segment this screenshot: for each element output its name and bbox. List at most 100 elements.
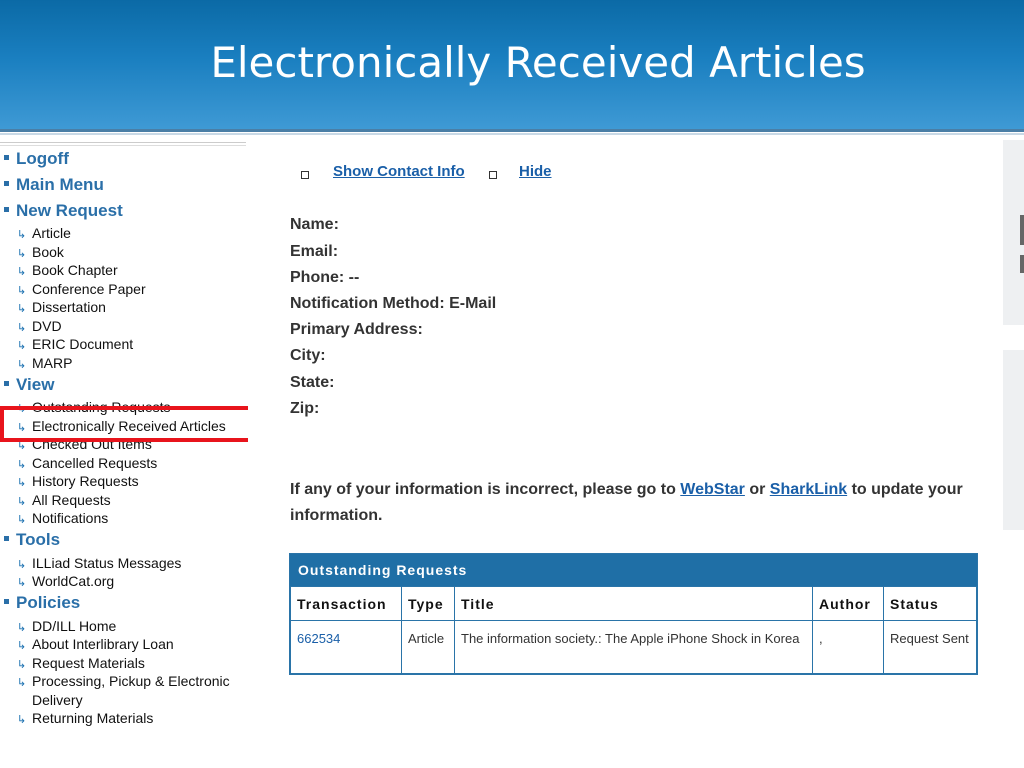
nav-item-request-materials[interactable]: ↳ Request Materials — [17, 654, 145, 672]
arrow-icon: ↳ — [17, 514, 27, 526]
col-type: Type — [401, 586, 455, 621]
nav-label: Main Menu — [16, 175, 104, 194]
info-text: or — [744, 481, 770, 498]
nav-item-eric-document[interactable]: ↳ ERIC Document — [17, 335, 133, 353]
sharklink-link[interactable]: SharkLink — [770, 481, 847, 498]
show-contact-info-link[interactable]: Show Contact Info — [333, 163, 465, 180]
nav-item-label: Notifications — [32, 510, 109, 526]
cell-type: Article — [401, 620, 455, 674]
right-panel-edge — [1003, 350, 1024, 530]
field-notification-method: Notification Method: E-Mail — [290, 295, 497, 312]
arrow-icon: ↳ — [17, 340, 27, 352]
field-state: State: — [290, 374, 335, 391]
field-zip: Zip: — [290, 400, 320, 417]
nav-item-label: Book Chapter — [32, 262, 118, 278]
sidebar-divider — [0, 142, 246, 143]
field-email: Email: — [290, 243, 339, 260]
nav-item-notifications[interactable]: ↳ Notifications — [17, 509, 108, 527]
scrollbar-mark — [1020, 215, 1024, 245]
nav-item-cancelled-requests[interactable]: ↳ Cancelled Requests — [17, 454, 157, 472]
bullet-icon — [4, 181, 9, 187]
scrollbar-mark — [1020, 255, 1024, 273]
nav-item-illiad-status-messages[interactable]: ↳ ILLiad Status Messages — [17, 554, 181, 572]
arrow-icon: ↳ — [17, 714, 27, 726]
nav-item-label: WorldCat.org — [32, 573, 115, 589]
field-name: Name: — [290, 216, 339, 233]
cell-title: The information society.: The Apple iPho… — [454, 620, 813, 674]
nav-logoff[interactable]: Logoff — [4, 148, 69, 170]
col-status: Status — [883, 586, 977, 621]
nav-label: Policies — [16, 593, 81, 612]
table-header-row: Transaction Type Title Author Status — [290, 586, 977, 621]
nav-item-label: DVD — [32, 318, 62, 334]
nav-item-worldcat[interactable]: ↳ WorldCat.org — [17, 572, 114, 590]
square-bullet-icon — [301, 171, 309, 179]
bullet-icon — [4, 536, 9, 542]
bullet-icon — [4, 207, 9, 213]
nav-label: New Request — [16, 201, 123, 220]
nav-label: Tools — [16, 530, 61, 549]
cell-author: , — [812, 620, 884, 674]
nav-policies[interactable]: Policies — [4, 592, 80, 614]
arrow-icon: ↳ — [17, 359, 27, 371]
nav-item-returning-materials[interactable]: ↳ Returning Materials — [17, 709, 153, 727]
header-rule — [0, 129, 1024, 132]
info-text: If any of your information is incorrect,… — [290, 481, 681, 498]
nav-item-ddill-home[interactable]: ↳ DD/ILL Home — [17, 617, 116, 635]
nav-item-marp[interactable]: ↳ MARP — [17, 354, 72, 372]
nav-item-label: Delivery — [32, 692, 83, 708]
table-row: 662534 Article The information society.:… — [290, 620, 977, 674]
nav-item-book-chapter[interactable]: ↳ Book Chapter — [17, 261, 118, 279]
hide-link[interactable]: Hide — [519, 163, 552, 180]
nav-item-label: Cancelled Requests — [32, 455, 158, 471]
nav-main-menu[interactable]: Main Menu — [4, 174, 104, 196]
nav-item-label: Returning Materials — [32, 710, 154, 726]
field-primary-address: Primary Address: — [290, 321, 423, 338]
nav-item-label: Book — [32, 244, 64, 260]
nav-item-about-interlibrary-loan[interactable]: ↳ About Interlibrary Loan — [17, 635, 174, 653]
bullet-icon — [4, 599, 9, 605]
nav-item-label: DD/ILL Home — [32, 618, 117, 634]
bullet-icon — [4, 381, 9, 387]
webstar-link[interactable]: WebStar — [680, 481, 745, 498]
nav-item-all-requests[interactable]: ↳ All Requests — [17, 491, 111, 509]
bullet-icon — [4, 155, 9, 161]
nav-label: View — [16, 375, 55, 394]
nav-item-label: Request Materials — [32, 655, 145, 671]
col-transaction: Transaction — [290, 586, 402, 621]
nav-tools[interactable]: Tools — [4, 529, 60, 551]
arrow-icon: ↳ — [17, 677, 27, 689]
table-caption: Outstanding Requests — [290, 554, 977, 586]
nav-item-processing-pickup[interactable]: ↳ Processing, Pickup & Electronic — [17, 672, 230, 690]
nav-item-label: ILLiad Status Messages — [32, 555, 182, 571]
arrow-icon: ↳ — [17, 577, 27, 589]
outstanding-requests-table: Outstanding Requests Transaction Type Ti… — [289, 553, 978, 675]
nav-item-label: MARP — [32, 355, 73, 371]
field-city: City: — [290, 347, 326, 364]
nav-label: Logoff — [16, 149, 69, 168]
arrow-icon: ↳ — [17, 266, 27, 278]
nav-item-article[interactable]: ↳ Article — [17, 224, 71, 242]
nav-item-label: ERIC Document — [32, 336, 134, 352]
nav-item-label: History Requests — [32, 473, 139, 489]
nav-item-dvd[interactable]: ↳ DVD — [17, 317, 62, 335]
transaction-link[interactable]: 662534 — [290, 620, 402, 674]
col-title: Title — [454, 586, 813, 621]
nav-new-request[interactable]: New Request — [4, 200, 123, 222]
nav-item-dissertation[interactable]: ↳ Dissertation — [17, 298, 106, 316]
update-info-message: If any of your information is incorrect,… — [290, 477, 990, 529]
nav-view[interactable]: View — [4, 374, 54, 396]
col-author: Author — [812, 586, 884, 621]
nav-item-label: Conference Paper — [32, 281, 146, 297]
nav-item-history-requests[interactable]: ↳ History Requests — [17, 472, 139, 490]
nav-item-processing-pickup-cont[interactable]: Delivery — [32, 691, 83, 709]
arrow-icon: ↳ — [17, 229, 27, 241]
nav-item-label: Article — [32, 225, 71, 241]
arrow-icon: ↳ — [17, 640, 27, 652]
nav-item-book[interactable]: ↳ Book — [17, 243, 64, 261]
slide-title: Electronically Received Articles — [210, 38, 866, 87]
highlight-box — [0, 406, 265, 442]
slide-header: Electronically Received Articles — [0, 0, 1024, 135]
nav-item-conference-paper[interactable]: ↳ Conference Paper — [17, 280, 146, 298]
nav-item-label: Processing, Pickup & Electronic — [32, 673, 230, 689]
